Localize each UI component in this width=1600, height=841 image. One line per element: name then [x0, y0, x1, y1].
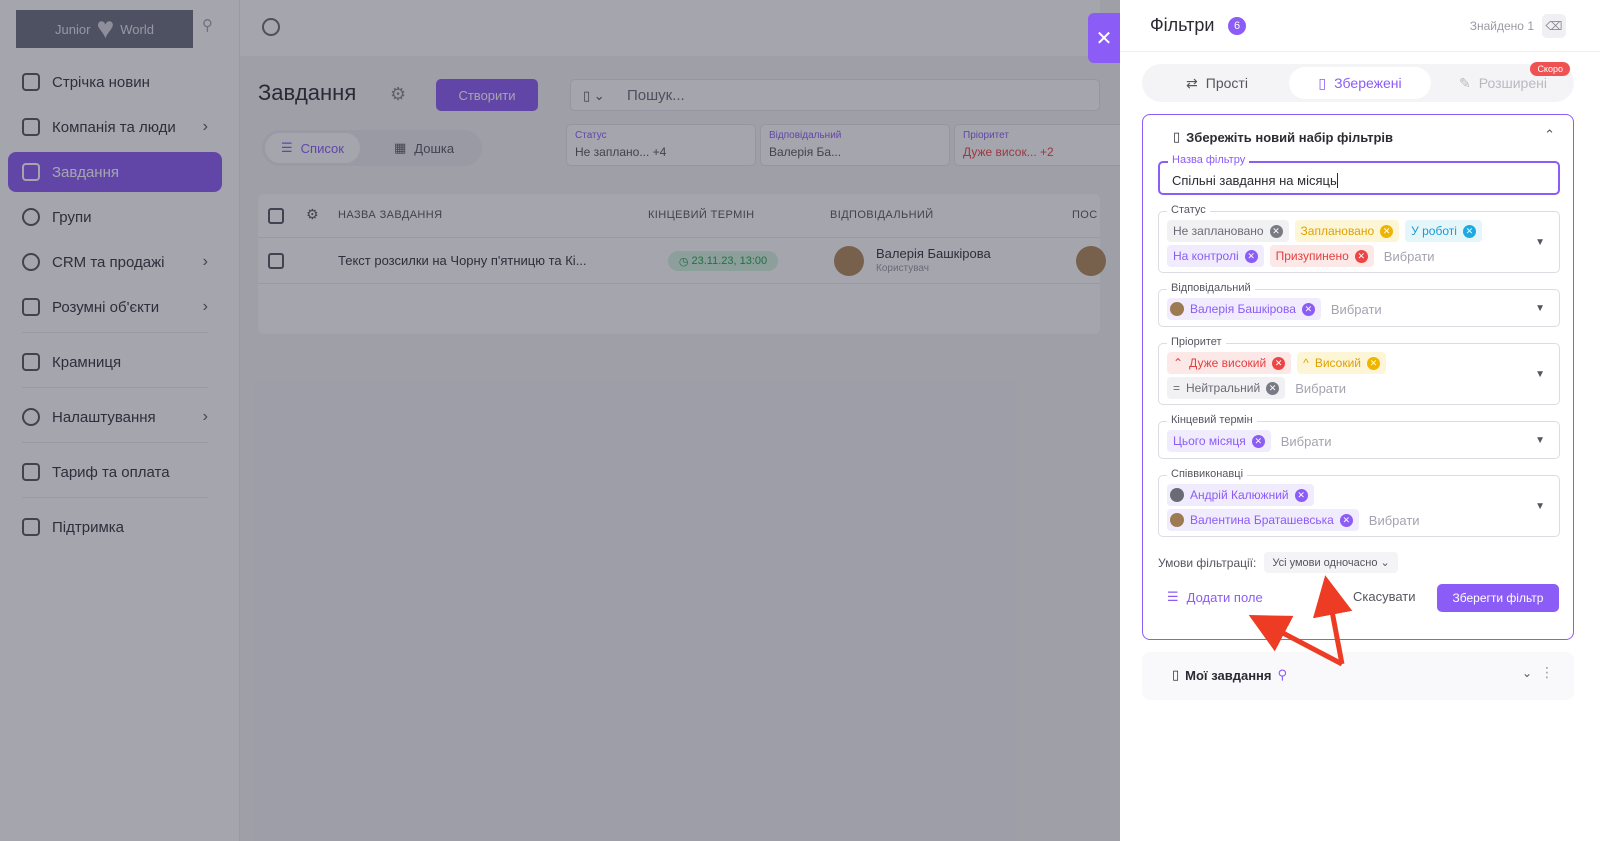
save-filter-card: ▯ Збережіть новий набір фільтрів ⌃ Назва … [1142, 114, 1574, 640]
filters-panel: Фільтри 6 Знайдено 1 ⌫ ⇄ Прості ▯ Збережен… [1120, 0, 1600, 841]
tab-saved[interactable]: ▯ Збережені [1289, 67, 1431, 99]
chip-priority: ^ Високий ✕ [1297, 352, 1386, 374]
remove-chip-icon[interactable]: ✕ [1269, 224, 1283, 238]
filter-name-value: Спільні завдання на місяць [1172, 173, 1337, 188]
remove-chip-icon[interactable]: ✕ [1301, 302, 1315, 316]
remove-chip-icon[interactable]: ✕ [1339, 513, 1353, 527]
chip-status: У роботі ✕ [1405, 220, 1482, 242]
found-count: Знайдено 1 [1469, 19, 1534, 33]
close-icon: ✕ [1095, 27, 1113, 50]
chip-deadline: Цього місяця ✕ [1167, 430, 1271, 452]
remove-chip-icon[interactable]: ✕ [1462, 224, 1476, 238]
remove-chip-icon[interactable]: ✕ [1244, 249, 1258, 263]
remove-chip-icon[interactable]: ✕ [1251, 434, 1265, 448]
sliders-icon: ⇄ [1186, 74, 1198, 91]
chip-priority: ⌃ Дуже високий ✕ [1167, 352, 1292, 374]
remove-chip-icon[interactable]: ✕ [1354, 249, 1368, 263]
equals-icon: = [1173, 381, 1181, 395]
avatar [1170, 488, 1184, 502]
tab-simple[interactable]: ⇄ Прості [1146, 67, 1288, 99]
modal-overlay[interactable] [0, 0, 1120, 841]
cancel-button[interactable]: Скасувати [1353, 589, 1416, 604]
pin-icon[interactable]: ⚲ [1277, 667, 1287, 683]
panel-header: Фільтри 6 Знайдено 1 ⌫ [1120, 0, 1600, 52]
chevron-down-icon: ⌄ [1380, 557, 1390, 569]
remove-chip-icon[interactable]: ✕ [1294, 488, 1308, 502]
chip-status: Заплановано ✕ [1294, 220, 1400, 242]
chevron-up-icon[interactable]: ⌃ [1544, 127, 1555, 143]
saved-filter-my-tasks[interactable]: ▯ Мої завдання ⚲ ⌄ ⋮ [1142, 652, 1574, 700]
dropdown-arrow-icon[interactable]: ▼ [1535, 501, 1545, 512]
dropdown-arrow-icon[interactable]: ▼ [1535, 369, 1545, 380]
status-select[interactable]: Статус Не заплановано ✕ Заплановано ✕ У ро… [1158, 204, 1560, 273]
double-chevron-up-icon: ⌃ [1173, 356, 1184, 370]
chip-priority: = Нейтральний ✕ [1167, 377, 1286, 399]
bookmark-icon: ▯ [1318, 74, 1327, 91]
priority-select[interactable]: Пріоритет ⌃ Дуже високий ✕ ^ Високий ✕ = Нейт… [1158, 336, 1560, 405]
more-icon[interactable]: ⋮ [1540, 664, 1554, 681]
avatar [1170, 513, 1184, 527]
wand-icon: ✎ [1459, 74, 1471, 91]
remove-chip-icon[interactable]: ✕ [1266, 381, 1280, 395]
deadline-select[interactable]: Кінцевий термін Цього місяця ✕ Вибрати ▼ [1158, 414, 1560, 459]
chip-status: Не заплановано ✕ [1167, 220, 1289, 242]
chip-coexecutor: Андрій Калюжний ✕ [1167, 484, 1314, 506]
add-field-button[interactable]: ☰ Додати поле [1167, 589, 1263, 605]
panel-title: Фільтри [1150, 15, 1215, 35]
text-cursor [1336, 173, 1338, 188]
conditions-select[interactable]: Усі умови одночасно ⌄ [1264, 552, 1398, 573]
dropdown-arrow-icon[interactable]: ▼ [1535, 303, 1545, 314]
chip-coexecutor: Валентина Браташевська ✕ [1167, 509, 1359, 531]
avatar [1170, 302, 1184, 316]
filter-tabs: ⇄ Прості ▯ Збережені ✎ Розширені Скоро [1142, 62, 1574, 102]
save-filter-button[interactable]: Зберегти фільтр [1437, 584, 1559, 612]
chip-status: Призупинено ✕ [1269, 245, 1374, 267]
remove-chip-icon[interactable]: ✕ [1272, 356, 1286, 370]
dropdown-arrow-icon[interactable]: ▼ [1535, 237, 1545, 248]
tab-advanced[interactable]: ✎ Розширені Скоро [1432, 62, 1574, 99]
filter-name-field[interactable]: Назва фільтру Спільні завдання на місяць [1158, 154, 1560, 195]
filter-conditions: Умови фільтрації: Усі умови одночасно ⌄ [1158, 552, 1398, 573]
bookmark-icon: ▯ [1172, 667, 1180, 682]
close-panel-button[interactable]: ✕ [1088, 13, 1120, 63]
chip-status: На контролі ✕ [1167, 245, 1264, 267]
chip-assignee: Валерія Башкірова ✕ [1167, 298, 1321, 320]
coexecutors-select[interactable]: Співвиконавці Андрій Калюжний ✕ Валентина… [1158, 468, 1560, 537]
assignee-select[interactable]: Відповідальний Валерія Башкірова ✕ Вибрат… [1158, 282, 1560, 327]
soon-badge: Скоро [1530, 62, 1570, 76]
eraser-icon[interactable]: ⌫ [1542, 14, 1566, 38]
add-list-icon: ☰ [1167, 589, 1179, 604]
remove-chip-icon[interactable]: ✕ [1380, 224, 1394, 238]
chevron-down-icon[interactable]: ⌄ [1522, 666, 1532, 680]
bookmark-icon: ▯ [1173, 129, 1181, 144]
filters-count-badge: 6 [1228, 17, 1246, 35]
remove-chip-icon[interactable]: ✕ [1366, 356, 1380, 370]
dropdown-arrow-icon[interactable]: ▼ [1535, 435, 1545, 446]
chevron-up-icon: ^ [1303, 356, 1309, 370]
